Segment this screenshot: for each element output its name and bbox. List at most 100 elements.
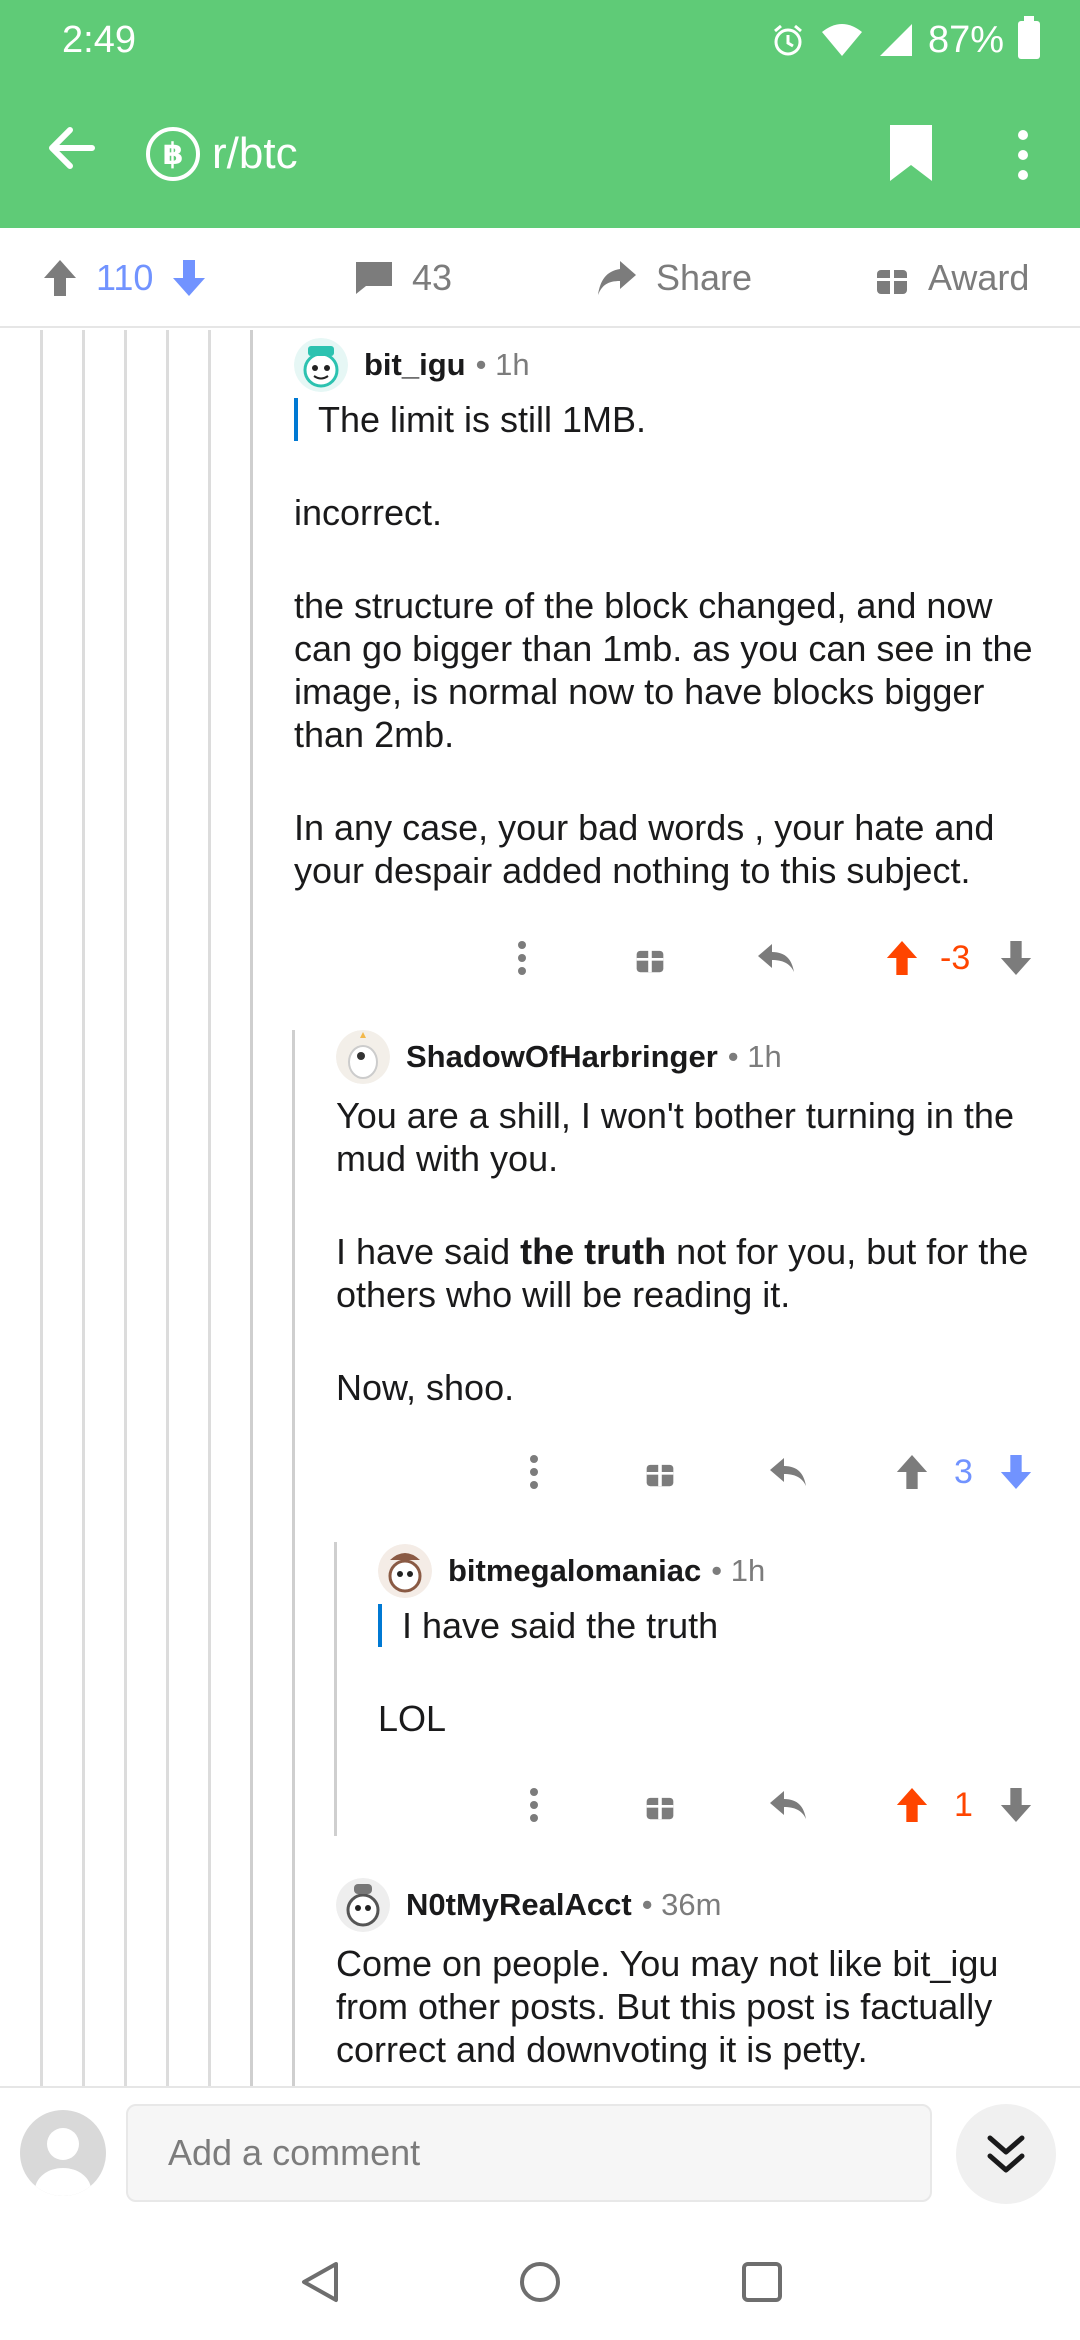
comment-paragraph: LOL xyxy=(378,1698,447,1739)
comment-score: 1 xyxy=(954,1786,973,1824)
battery-icon xyxy=(1018,16,1040,59)
thread-line[interactable] xyxy=(166,330,169,2086)
username[interactable]: bitmegalomaniac xyxy=(448,1553,701,1589)
thread-line[interactable] xyxy=(334,1542,337,1836)
upvote-button[interactable] xyxy=(892,1775,932,1835)
share-label: Share xyxy=(656,257,753,298)
comment-time: 36m xyxy=(661,1887,722,1922)
comment-paragraph: I have said the truth not for you, but f… xyxy=(336,1231,1029,1315)
username[interactable]: ShadowOfHarbringer xyxy=(406,1039,718,1075)
comment: ShadowOfHarbringer • 1h You are a shill,… xyxy=(336,1030,1056,1409)
reply-button[interactable] xyxy=(766,1775,810,1835)
username[interactable]: N0tMyRealAcct xyxy=(406,1887,632,1923)
downvote-button[interactable] xyxy=(996,1442,1036,1502)
gift-icon xyxy=(646,1459,674,1487)
avatar[interactable] xyxy=(294,338,348,392)
comment-time: 1h xyxy=(747,1039,782,1074)
collapse-threads-button[interactable] xyxy=(956,2104,1056,2204)
nav-back-icon[interactable] xyxy=(298,2260,340,2304)
upvote-button[interactable] xyxy=(892,1442,932,1502)
thread-line[interactable] xyxy=(292,1030,295,2086)
avatar[interactable] xyxy=(378,1544,432,1598)
nav-home-icon[interactable] xyxy=(518,2260,562,2304)
more-options-button[interactable] xyxy=(524,1442,544,1502)
comment-icon xyxy=(356,262,392,294)
comment-paragraph: Come on people. You may not like bit_igu… xyxy=(336,1943,999,2070)
comment-paragraph: Now, shoo. xyxy=(336,1367,515,1408)
upvote-icon xyxy=(896,1788,928,1822)
reply-button[interactable] xyxy=(754,928,798,988)
comment-paragraph: the structure of the block changed, and … xyxy=(294,585,1033,755)
upvote-icon[interactable] xyxy=(42,258,78,298)
more-icon xyxy=(530,1788,538,1822)
signal-icon xyxy=(879,24,912,56)
add-comment-input[interactable]: Add a comment xyxy=(126,2104,932,2202)
system-nav-bar xyxy=(0,2222,1080,2340)
reply-icon xyxy=(770,1791,806,1819)
comment-meta: • 1h xyxy=(475,347,530,382)
app-header: 2:49 87% ฿ r/btc xyxy=(0,0,1080,228)
comment-header: N0tMyRealAcct • 36m xyxy=(336,1878,1056,1932)
comment: N0tMyRealAcct • 36m Come on people. You … xyxy=(336,1878,1056,2071)
post-score: 110 xyxy=(96,257,154,298)
award-button[interactable] xyxy=(630,928,670,988)
upvote-icon xyxy=(896,1455,928,1489)
subreddit-icon[interactable]: ฿ xyxy=(146,127,200,181)
comment-body: I have said the truth LOL xyxy=(378,1604,1058,1740)
more-options-button[interactable] xyxy=(512,928,532,988)
award-button[interactable] xyxy=(640,1775,680,1835)
nav-recents-icon[interactable] xyxy=(740,2260,784,2304)
gift-icon xyxy=(636,945,664,973)
comment-paragraph: In any case, your bad words , your hate … xyxy=(294,807,995,891)
wifi-icon xyxy=(821,24,862,56)
reply-icon xyxy=(770,1458,806,1486)
thread-line[interactable] xyxy=(124,330,127,2086)
downvote-icon[interactable] xyxy=(171,258,207,298)
comment-meta: • 36m xyxy=(641,1887,722,1922)
back-button[interactable] xyxy=(42,118,102,178)
award-button[interactable]: Award xyxy=(874,228,1029,328)
downvote-icon xyxy=(1000,941,1032,975)
gift-icon xyxy=(646,1792,674,1820)
comments-count-button[interactable]: 43 xyxy=(354,228,452,328)
downvote-button[interactable] xyxy=(996,928,1036,988)
quote-block: I have said the truth xyxy=(378,1604,1058,1647)
avatar[interactable] xyxy=(336,1878,390,1932)
thread-line[interactable] xyxy=(40,330,43,2086)
post-vote-group: 110 xyxy=(42,228,207,328)
username[interactable]: bit_igu xyxy=(364,347,466,383)
battery-percent: 87% xyxy=(927,18,1004,61)
comments-count: 43 xyxy=(412,257,453,298)
more-icon xyxy=(518,941,526,975)
award-button[interactable] xyxy=(640,1442,680,1502)
comment-score: -3 xyxy=(940,939,971,977)
thread-line[interactable] xyxy=(208,330,211,2086)
thread-line[interactable] xyxy=(82,330,85,2086)
more-icon xyxy=(530,1455,538,1489)
more-options-button[interactable] xyxy=(524,1775,544,1835)
downvote-icon xyxy=(1000,1788,1032,1822)
quote-block: The limit is still 1MB. xyxy=(294,398,1054,441)
upvote-icon xyxy=(886,941,918,975)
comment-time: 1h xyxy=(495,347,530,382)
downvote-button[interactable] xyxy=(996,1775,1036,1835)
share-button[interactable]: Share xyxy=(596,228,752,328)
upvote-button[interactable] xyxy=(882,928,922,988)
comment-paragraph: You are a shill, I won't bother turning … xyxy=(336,1095,1014,1179)
gift-icon xyxy=(877,264,907,294)
more-options-icon[interactable] xyxy=(1010,127,1036,183)
comment-score: 3 xyxy=(954,1453,973,1491)
comment-body: You are a shill, I won't bother turning … xyxy=(336,1094,1056,1409)
subreddit-name[interactable]: r/btc xyxy=(212,126,298,182)
bookmark-icon[interactable] xyxy=(890,125,932,181)
alarm-icon xyxy=(773,24,802,56)
comment-time: 1h xyxy=(730,1553,766,1588)
thread-line[interactable] xyxy=(250,330,253,2086)
bold-text: the truth xyxy=(520,1231,667,1272)
avatar[interactable] xyxy=(20,2110,106,2196)
share-icon xyxy=(598,261,636,295)
avatar[interactable] xyxy=(336,1030,390,1084)
reply-button[interactable] xyxy=(766,1442,810,1502)
downvote-icon xyxy=(1000,1455,1032,1489)
comment-toolbar: -3 xyxy=(500,928,1060,988)
